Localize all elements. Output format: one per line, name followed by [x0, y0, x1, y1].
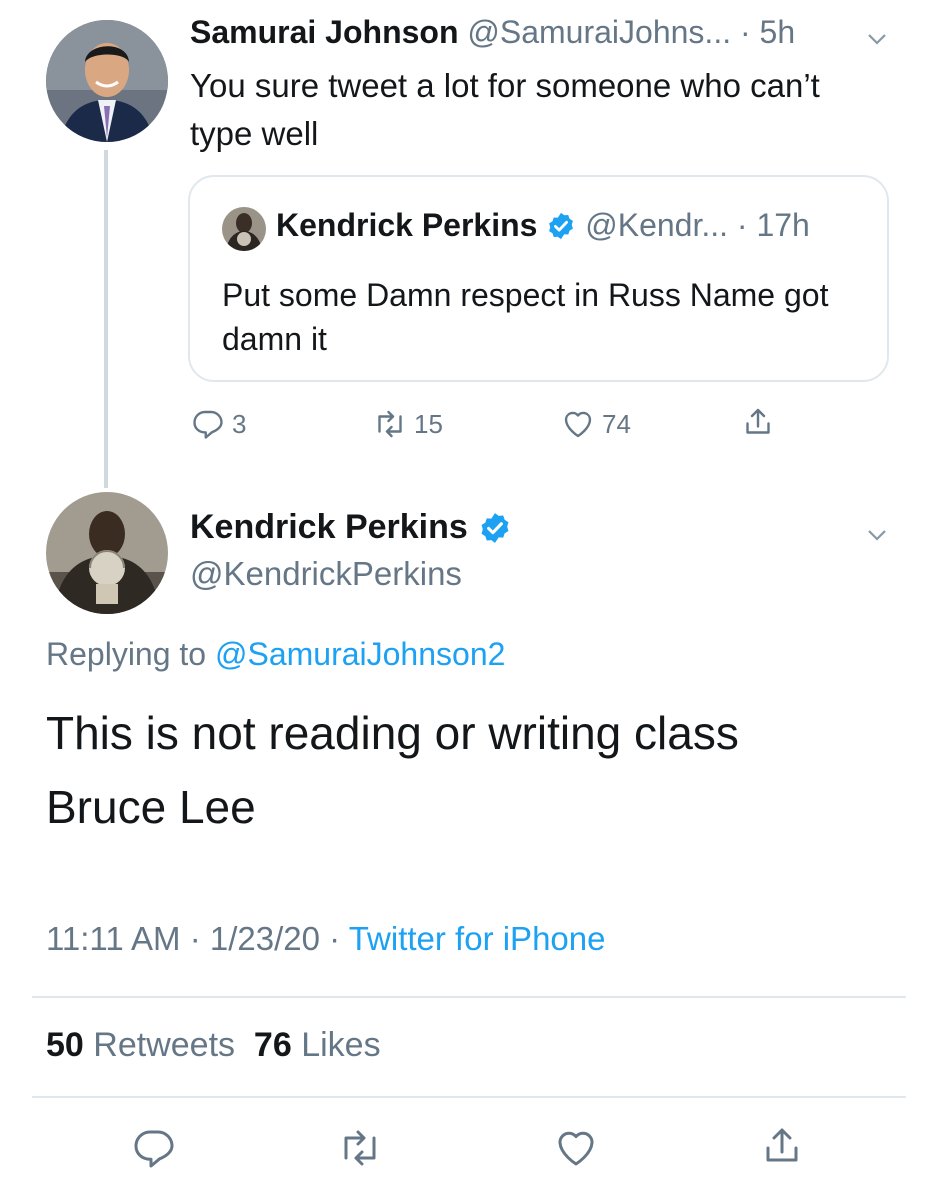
samurai-johnson-avatar[interactable] [46, 20, 168, 142]
tweet2-text-line2: Bruce Lee [46, 781, 256, 833]
tweet2-text: This is not reading or writing class Bru… [46, 696, 906, 844]
like-icon [564, 411, 592, 438]
reply-count: 3 [232, 408, 247, 439]
share-icon [766, 1128, 798, 1162]
reply-icon [193, 410, 223, 439]
likes-stat[interactable]: 76 Likes [254, 1026, 381, 1064]
quoted-separator: · [736, 207, 748, 243]
quoted-author-avatar [222, 207, 266, 251]
tweet2-source-link[interactable]: Twitter for iPhone [349, 920, 606, 957]
replying-to-prefix: Replying to [46, 636, 207, 672]
verified-badge-icon [549, 212, 574, 240]
tweet2-author-name-row: Kendrick Perkins [190, 508, 512, 547]
quoted-author-name: Kendrick Perkins [276, 207, 538, 243]
replying-to-handle-link[interactable]: @SamuraiJohnson2 [215, 636, 505, 672]
retweet-button[interactable] [336, 1124, 384, 1177]
tweet2-author-name[interactable]: Kendrick Perkins [190, 508, 468, 547]
like-icon [558, 1131, 594, 1166]
like-button[interactable]: 74 [560, 406, 631, 442]
tweet2-author-handle[interactable]: @KendrickPerkins [190, 555, 462, 593]
tweet1-author-handle[interactable]: @SamuraiJohns... [467, 14, 731, 50]
share-button[interactable] [758, 1122, 806, 1175]
retweet-count: 15 [414, 408, 443, 439]
tweet2-meta: 11:11 AM · 1/23/20 · Twitter for iPhone [46, 920, 605, 958]
reply-button[interactable] [130, 1124, 178, 1177]
tweet1-separator: · [739, 14, 751, 50]
tweet2-timestamp: 11:11 AM · 1/23/20 · [46, 920, 341, 957]
chevron-down-icon[interactable] [866, 28, 888, 55]
tweet2-text-line1: This is not reading or writing class [46, 707, 739, 759]
kendrick-perkins-avatar[interactable] [46, 492, 168, 614]
share-icon [746, 408, 770, 434]
like-count: 74 [602, 408, 631, 439]
replying-to-line: Replying to @SamuraiJohnson2 [46, 636, 505, 673]
retweet-icon [344, 1130, 376, 1166]
retweet-total: 50 [46, 1026, 84, 1064]
tweet1-header: Samurai Johnson @SamuraiJohns... · 5h [190, 14, 795, 51]
tweet1-author-name[interactable]: Samurai Johnson [190, 14, 459, 50]
thread-connector-line [104, 150, 108, 488]
tweet1-time: 5h [759, 14, 796, 50]
quoted-tweet-card[interactable]: Kendrick Perkins @Kendr... · 17h Put som… [188, 175, 889, 382]
quoted-author-handle: @Kendr... [585, 207, 729, 243]
reply-icon [134, 1130, 174, 1168]
reply-button[interactable]: 3 [190, 406, 246, 442]
likes-label: Likes [301, 1026, 381, 1064]
quoted-time: 17h [756, 207, 810, 243]
quoted-tweet-text: Put some Damn respect in Russ Name got d… [222, 277, 829, 357]
verified-badge-icon [481, 512, 509, 543]
retweet-button[interactable]: 15 [372, 406, 443, 442]
retweet-icon [378, 410, 402, 438]
retweets-label: Retweets [93, 1026, 236, 1064]
divider-top [32, 996, 906, 998]
share-button[interactable] [740, 404, 776, 440]
divider-bottom [32, 1096, 906, 1098]
like-total: 76 [253, 1026, 292, 1064]
quoted-tweet-header: Kendrick Perkins @Kendr... · 17h [276, 207, 810, 244]
tweet2-stats: 50 Retweets 76 Likes [46, 1026, 381, 1065]
like-button[interactable] [552, 1124, 600, 1177]
chevron-down-icon[interactable] [866, 524, 888, 551]
tweet1-text: You sure tweet a lot for someone who can… [190, 67, 820, 152]
retweets-stat[interactable]: 50 Retweets [46, 1026, 235, 1064]
